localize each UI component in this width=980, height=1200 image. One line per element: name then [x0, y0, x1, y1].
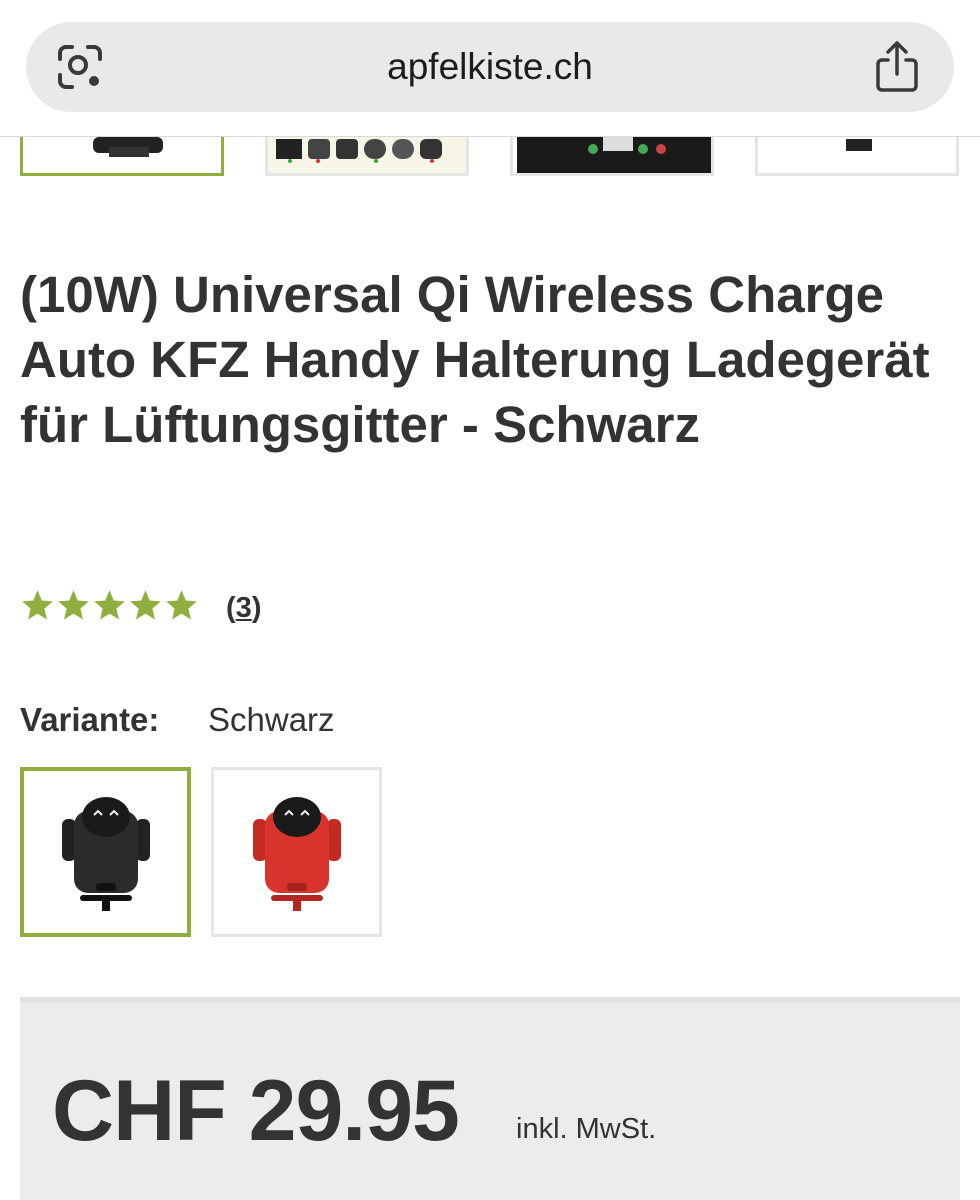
- star-icon: [166, 590, 197, 620]
- variant-value: Schwarz: [208, 701, 335, 738]
- review-count-link[interactable]: (3): [226, 590, 261, 626]
- review-count: 3: [235, 592, 252, 624]
- price-box: CHF 29.95 inkl. MwSt.: [20, 997, 960, 1200]
- star-icon: [22, 590, 53, 620]
- price: CHF 29.95: [52, 1063, 460, 1159]
- review-count-close: ): [251, 592, 262, 624]
- tax-note: inkl. MwSt.: [516, 1113, 657, 1145]
- review-count-open: (: [226, 592, 236, 624]
- browser-toolbar: apfelkiste.ch: [0, 0, 980, 137]
- variant-label: Variante:: [20, 701, 160, 738]
- red-holder-image: [252, 797, 341, 911]
- product-title: (10W) Universal Qi Wireless Charge Auto …: [20, 266, 930, 453]
- variant-swatch-black[interactable]: [20, 767, 191, 937]
- black-holder-image: [61, 797, 150, 911]
- star-icon: [130, 590, 161, 620]
- share-icon[interactable]: [874, 40, 920, 94]
- star-rating[interactable]: [20, 588, 199, 624]
- variant-swatch-red[interactable]: [211, 767, 382, 937]
- star-icon: [94, 590, 125, 620]
- star-icon: [58, 590, 89, 620]
- address-bar[interactable]: apfelkiste.ch: [26, 22, 954, 112]
- url-text[interactable]: apfelkiste.ch: [26, 22, 954, 112]
